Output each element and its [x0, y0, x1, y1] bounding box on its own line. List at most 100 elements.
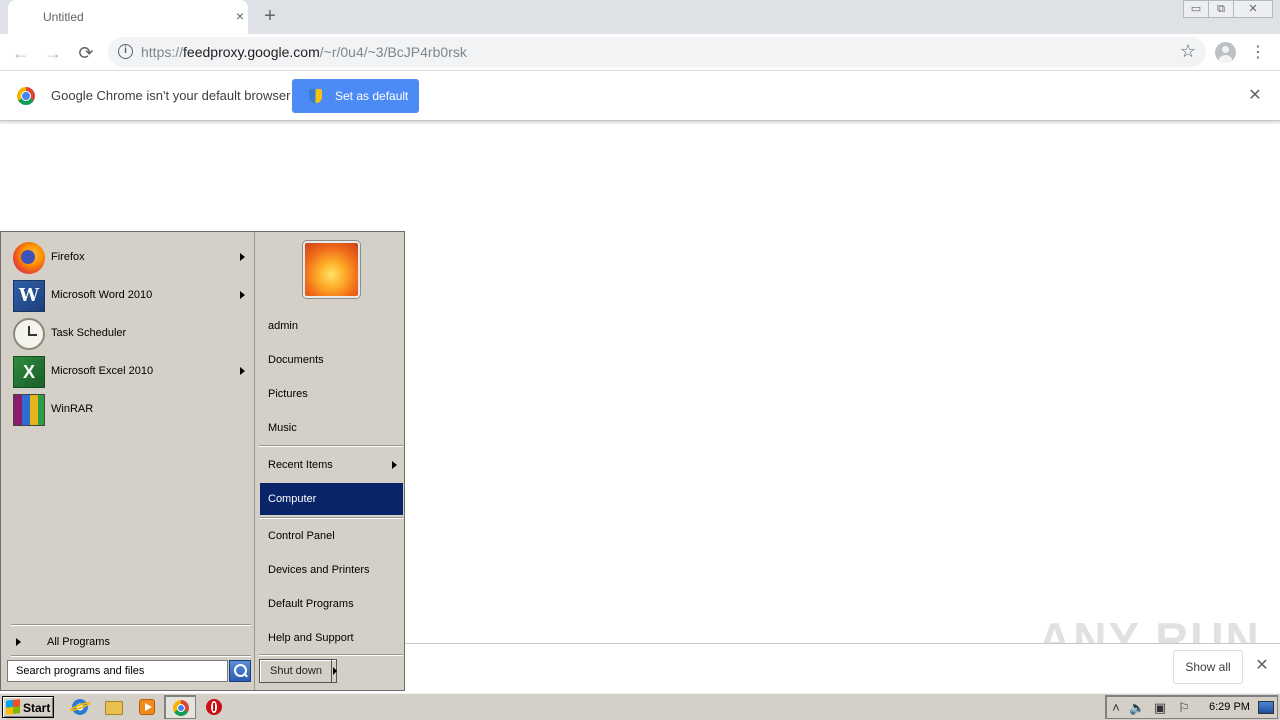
url-text: https://feedproxy.google.com/~r/0u4/~3/B…	[141, 44, 467, 60]
taskbar-chrome-button[interactable]	[164, 695, 196, 719]
show-desktop-icon[interactable]	[1258, 701, 1274, 714]
all-programs-item[interactable]: All Programs	[9, 632, 251, 652]
program-firefox[interactable]: Firefox	[9, 240, 251, 276]
start-menu-programs: Firefox W Microsoft Word 2010 Task Sched…	[3, 234, 253, 657]
internet-explorer-icon[interactable]	[72, 699, 88, 715]
site-info-icon[interactable]: i	[118, 44, 133, 59]
url-path: /~r/0u4/~3/BcJP4rb0rsk	[319, 44, 467, 60]
place-recent-items[interactable]: Recent Items	[260, 449, 403, 481]
program-task-scheduler[interactable]: Task Scheduler	[9, 316, 251, 352]
chrome-icon	[173, 700, 189, 716]
set-as-default-button[interactable]: Set as default	[292, 79, 419, 113]
profile-avatar-icon[interactable]	[1215, 42, 1236, 63]
word-icon: W	[13, 280, 45, 312]
explorer-folder-icon[interactable]	[105, 701, 123, 715]
place-label: Default Programs	[268, 598, 354, 610]
all-programs-arrow-icon	[16, 638, 21, 646]
minimize-icon[interactable]: ▭	[1183, 0, 1209, 18]
submenu-arrow-icon	[392, 461, 397, 469]
place-help-support[interactable]: Help and Support	[260, 622, 403, 654]
window-close-icon[interactable]: ✕	[1233, 0, 1273, 18]
show-all-button[interactable]: Show all	[1173, 650, 1243, 684]
separator	[11, 655, 251, 657]
task-scheduler-icon	[13, 318, 45, 350]
network-icon[interactable]: ▣	[1152, 700, 1168, 716]
program-word[interactable]: W Microsoft Word 2010	[9, 278, 251, 314]
download-shelf-close-icon[interactable]: ✕	[1254, 658, 1270, 674]
place-user[interactable]: admin	[260, 310, 403, 342]
taskbar: Start ˄ 🔈 ▣ ⚐ 6:29 PM	[0, 692, 1280, 720]
browser-tab[interactable]: Untitled ×	[8, 0, 248, 34]
place-label: Music	[268, 422, 297, 434]
place-control-panel[interactable]: Control Panel	[260, 520, 403, 552]
address-bar[interactable]: i https://feedproxy.google.com/~r/0u4/~3…	[108, 37, 1206, 67]
download-shelf: Show all ✕	[404, 643, 1280, 691]
place-computer[interactable]: Computer	[260, 483, 403, 515]
place-devices-printers[interactable]: Devices and Printers	[260, 554, 403, 586]
default-browser-infobar: Google Chrome isn't your default browser…	[0, 72, 1280, 121]
search-icon[interactable]	[229, 660, 251, 682]
submenu-arrow-icon	[240, 253, 245, 261]
screen: Untitled × + ▭ ⧉ ✕ ← → ⟳ i https://feedp…	[0, 0, 1280, 720]
place-label: Recent Items	[268, 459, 333, 471]
program-winrar[interactable]: WinRAR	[9, 392, 251, 428]
clock[interactable]: 6:29 PM	[1209, 701, 1250, 713]
program-label: Task Scheduler	[51, 327, 127, 339]
place-label: Documents	[268, 354, 324, 366]
place-documents[interactable]: Documents	[260, 344, 403, 376]
winrar-icon	[13, 394, 45, 426]
program-label: Microsoft Excel 2010	[51, 365, 154, 377]
chrome-menu-icon[interactable]: ⋮	[1250, 42, 1266, 64]
new-tab-icon[interactable]: +	[260, 6, 280, 26]
place-pictures[interactable]: Pictures	[260, 378, 403, 410]
infobar-message: Google Chrome isn't your default browser	[51, 88, 291, 103]
place-label: Control Panel	[268, 530, 335, 542]
tab-close-icon[interactable]: ×	[232, 8, 248, 24]
place-default-programs[interactable]: Default Programs	[260, 588, 403, 620]
excel-icon: X	[13, 356, 45, 388]
program-label: Firefox	[51, 251, 85, 263]
place-music[interactable]: Music	[260, 412, 403, 444]
start-button[interactable]: Start	[2, 696, 54, 718]
volume-icon[interactable]: 🔈	[1129, 700, 1145, 716]
firefox-icon	[13, 242, 45, 274]
chrome-logo-icon	[17, 87, 35, 105]
tab-strip: Untitled × + ▭ ⧉ ✕	[0, 0, 1280, 34]
forward-icon[interactable]: →	[41, 41, 65, 65]
start-menu-places: admin Documents Pictures Music Recent It…	[254, 232, 404, 690]
infobar-close-icon[interactable]: ✕	[1247, 88, 1263, 104]
url-host: feedproxy.google.com	[183, 44, 320, 60]
bookmark-star-icon[interactable]: ☆	[1180, 41, 1196, 62]
shut-down-options-icon[interactable]	[333, 667, 337, 675]
tab-title: Untitled	[43, 10, 84, 24]
place-label: admin	[268, 320, 298, 332]
start-menu: Firefox W Microsoft Word 2010 Task Sched…	[0, 231, 405, 691]
action-center-flag-icon[interactable]: ⚐	[1176, 700, 1192, 716]
show-hidden-icons-icon[interactable]: ˄	[1108, 700, 1124, 716]
place-label: Pictures	[268, 388, 308, 400]
back-icon[interactable]: ←	[9, 41, 33, 65]
url-scheme: https://	[141, 44, 184, 60]
shut-down-button[interactable]: Shut down	[259, 659, 337, 683]
restore-icon[interactable]: ⧉	[1208, 0, 1234, 18]
shut-down-divider	[331, 660, 332, 682]
program-excel[interactable]: X Microsoft Excel 2010	[9, 354, 251, 390]
place-label: Help and Support	[268, 632, 354, 644]
place-label: Devices and Printers	[268, 564, 370, 576]
start-label: Start	[23, 701, 51, 715]
reload-icon[interactable]: ⟳	[74, 41, 98, 65]
uac-shield-icon	[309, 89, 322, 103]
separator	[259, 517, 403, 519]
separator	[259, 654, 403, 656]
windows-logo-icon	[6, 699, 20, 715]
submenu-arrow-icon	[240, 367, 245, 375]
opera-icon[interactable]	[206, 699, 222, 715]
user-picture[interactable]	[303, 241, 360, 298]
system-tray: ˄ 🔈 ▣ ⚐ 6:29 PM	[1105, 695, 1278, 719]
submenu-arrow-icon	[240, 291, 245, 299]
browser-toolbar: ← → ⟳ i https://feedproxy.google.com/~r/…	[0, 34, 1280, 71]
separator	[11, 624, 251, 626]
media-player-icon[interactable]	[139, 699, 155, 715]
start-search-input[interactable]: Search programs and files	[7, 660, 228, 682]
program-label: WinRAR	[51, 403, 94, 415]
